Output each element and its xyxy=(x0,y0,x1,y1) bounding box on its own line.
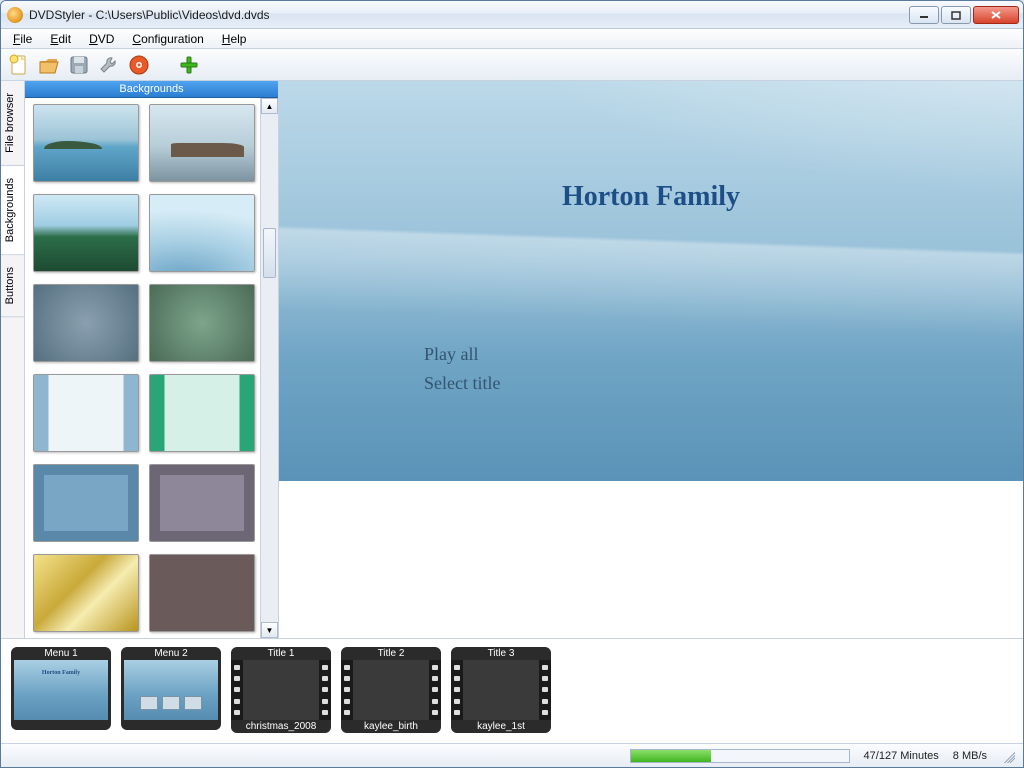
status-minutes: 47/127 Minutes xyxy=(864,750,939,762)
storyboard-menu-2[interactable]: Menu 2 xyxy=(121,647,221,730)
background-thumbnail[interactable] xyxy=(33,284,139,362)
scroll-down-button[interactable]: ▼ xyxy=(261,622,278,638)
open-project-button[interactable] xyxy=(37,53,61,77)
save-icon xyxy=(68,54,90,76)
menu-dvd[interactable]: DVD xyxy=(81,30,122,48)
background-thumbnail[interactable] xyxy=(149,104,255,182)
maximize-icon xyxy=(951,10,961,20)
storyboard-title-2[interactable]: Title 2 kaylee_birth xyxy=(341,647,441,733)
settings-button[interactable] xyxy=(97,53,121,77)
film-sprocket-icon xyxy=(319,660,331,720)
menu-editor-canvas[interactable]: Horton Family Play all Select title xyxy=(279,81,1023,638)
film-sprocket-icon xyxy=(231,660,243,720)
storyboard-thumbnail xyxy=(451,660,551,720)
background-thumbnail[interactable] xyxy=(149,284,255,362)
save-project-button[interactable] xyxy=(67,53,91,77)
scroll-up-button[interactable]: ▲ xyxy=(261,98,278,114)
menu-title-text[interactable]: Horton Family xyxy=(279,181,1023,213)
burn-disc-button[interactable] xyxy=(127,53,151,77)
storyboard: Menu 1 Menu 2 Title 1 christmas_2008 Tit… xyxy=(1,638,1023,743)
titlebar[interactable]: DVDStyler - C:\Users\Public\Videos\dvd.d… xyxy=(1,1,1023,29)
disc-icon xyxy=(128,54,150,76)
disc-usage-progress xyxy=(630,749,850,763)
toolbar xyxy=(1,49,1023,81)
plus-icon xyxy=(178,54,200,76)
background-thumbnail[interactable] xyxy=(33,104,139,182)
storyboard-menu-1[interactable]: Menu 1 xyxy=(11,647,111,730)
backgrounds-panel: Backgrounds ▲ xyxy=(25,81,279,638)
app-window: DVDStyler - C:\Users\Public\Videos\dvd.d… xyxy=(0,0,1024,768)
storyboard-title-3[interactable]: Title 3 kaylee_1st xyxy=(451,647,551,733)
resize-grip-icon[interactable] xyxy=(1001,749,1015,763)
film-sprocket-icon xyxy=(451,660,463,720)
storyboard-thumbnail xyxy=(11,660,111,720)
close-button[interactable] xyxy=(973,6,1019,24)
main-area: File browser Backgrounds Buttons Backgro… xyxy=(1,81,1023,638)
storyboard-item-filename: kaylee_birth xyxy=(341,720,441,733)
background-thumbnail[interactable] xyxy=(33,464,139,542)
menu-file[interactable]: File xyxy=(5,30,40,48)
background-thumbnail[interactable] xyxy=(149,374,255,452)
film-sprocket-icon xyxy=(341,660,353,720)
storyboard-thumbnail xyxy=(341,660,441,720)
storyboard-item-filename: christmas_2008 xyxy=(231,720,331,733)
menu-button-play-all[interactable]: Play all xyxy=(424,344,479,365)
storyboard-thumbnail xyxy=(231,660,331,720)
background-thumbnail-grid xyxy=(25,98,260,638)
storyboard-item-label: Title 3 xyxy=(451,647,551,660)
add-button[interactable] xyxy=(177,53,201,77)
tab-file-browser[interactable]: File browser xyxy=(1,81,24,166)
menu-configuration[interactable]: Configuration xyxy=(124,30,211,48)
minimize-icon xyxy=(919,10,929,20)
new-project-button[interactable] xyxy=(7,53,31,77)
background-thumbnail[interactable] xyxy=(149,464,255,542)
app-icon xyxy=(7,7,23,23)
folder-open-icon xyxy=(38,54,60,76)
statusbar: 47/127 Minutes 8 MB/s xyxy=(1,743,1023,767)
storyboard-item-footer xyxy=(121,720,221,730)
storyboard-item-footer xyxy=(11,720,111,730)
background-thumbnail[interactable] xyxy=(33,374,139,452)
storyboard-title-1[interactable]: Title 1 christmas_2008 xyxy=(231,647,331,733)
menubar: File Edit DVD Configuration Help xyxy=(1,29,1023,49)
background-thumbnail[interactable] xyxy=(149,194,255,272)
window-title: DVDStyler - C:\Users\Public\Videos\dvd.d… xyxy=(29,8,270,22)
menu-button-select-title[interactable]: Select title xyxy=(424,373,500,394)
status-bitrate: 8 MB/s xyxy=(953,750,987,762)
side-tab-strip: File browser Backgrounds Buttons xyxy=(1,81,25,638)
close-icon xyxy=(990,10,1002,20)
background-thumbnail[interactable] xyxy=(33,194,139,272)
disc-usage-fill xyxy=(631,750,712,762)
background-thumbnail[interactable] xyxy=(149,554,255,632)
menu-preview-background: Horton Family Play all Select title xyxy=(279,81,1023,481)
film-sprocket-icon xyxy=(539,660,551,720)
backgrounds-panel-header: Backgrounds xyxy=(25,81,278,98)
storyboard-item-label: Title 2 xyxy=(341,647,441,660)
menu-edit[interactable]: Edit xyxy=(42,30,79,48)
storyboard-thumbnail xyxy=(121,660,221,720)
scroll-thumb[interactable] xyxy=(263,228,276,278)
maximize-button[interactable] xyxy=(941,6,971,24)
new-file-icon xyxy=(8,54,30,76)
film-sprocket-icon xyxy=(429,660,441,720)
wrench-icon xyxy=(98,54,120,76)
tab-buttons[interactable]: Buttons xyxy=(1,255,24,317)
menu-help[interactable]: Help xyxy=(214,30,255,48)
minimize-button[interactable] xyxy=(909,6,939,24)
storyboard-item-label: Menu 1 xyxy=(11,647,111,660)
backgrounds-scrollbar[interactable]: ▲ ▼ xyxy=(260,98,278,638)
storyboard-item-label: Title 1 xyxy=(231,647,331,660)
background-thumbnail[interactable] xyxy=(33,554,139,632)
storyboard-item-label: Menu 2 xyxy=(121,647,221,660)
tab-backgrounds[interactable]: Backgrounds xyxy=(1,166,24,255)
storyboard-item-filename: kaylee_1st xyxy=(451,720,551,733)
